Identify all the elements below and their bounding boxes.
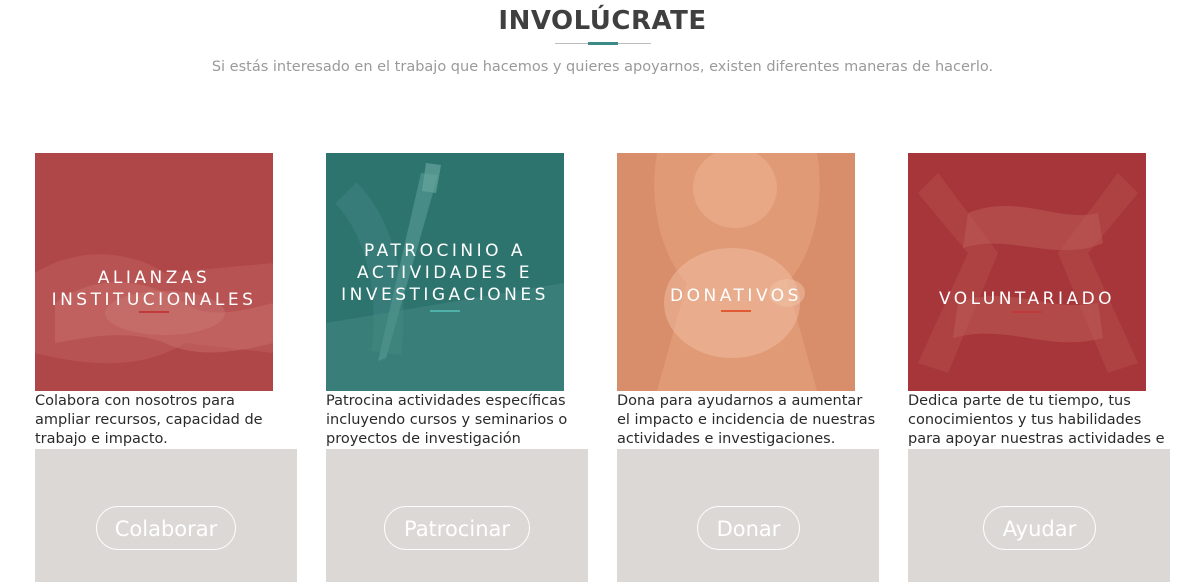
tile-accent-bar [139, 311, 169, 313]
tile-donativos[interactable]: DONATIVOS [617, 153, 855, 391]
tile-accent-bar [1012, 311, 1042, 313]
title-divider-accent [588, 42, 618, 45]
card-description-alianzas: Colabora con nosotros para ampliar recur… [35, 393, 263, 447]
colaborar-button[interactable]: Colaborar [96, 506, 236, 550]
button-panel-voluntariado: Ayudar [908, 449, 1170, 582]
tile-label-donativos: DONATIVOS [670, 286, 802, 306]
tile-voluntariado[interactable]: VOLUNTARIADO [908, 153, 1146, 391]
ayudar-button[interactable]: Ayudar [983, 506, 1096, 550]
button-panel-alianzas: Colaborar [35, 449, 297, 582]
page-subtitle: Si estás interesado en el trabajo que ha… [211, 59, 994, 75]
tile-accent-bar [721, 310, 751, 312]
tile-patrocinio[interactable]: PATROCINIO A ACTIVIDADES E INVESTIGACION… [326, 153, 564, 391]
page-title: INVOLÚCRATE [498, 6, 707, 36]
tile-label-alianzas: ALIANZAS INSTITUCIONALES [51, 268, 257, 310]
tile-label-voluntariado: VOLUNTARIADO [938, 289, 1116, 309]
card-description-donativos: Dona para ayudarnos a aumentar el impact… [617, 393, 876, 447]
tile-accent-bar [430, 310, 460, 312]
piggy-bank-photo-icon [617, 153, 855, 391]
patrocinar-button[interactable]: Patrocinar [384, 506, 530, 550]
tile-alianzas[interactable]: ALIANZAS INSTITUCIONALES [35, 153, 273, 391]
tile-label-patrocinio: PATROCINIO A ACTIVIDADES E INVESTIGACION… [341, 241, 549, 305]
linked-hands-photo-icon [908, 153, 1146, 391]
button-panel-patrocinio: Patrocinar [326, 449, 588, 582]
button-panel-donativos: Donar [617, 449, 879, 582]
donar-button[interactable]: Donar [697, 506, 800, 550]
